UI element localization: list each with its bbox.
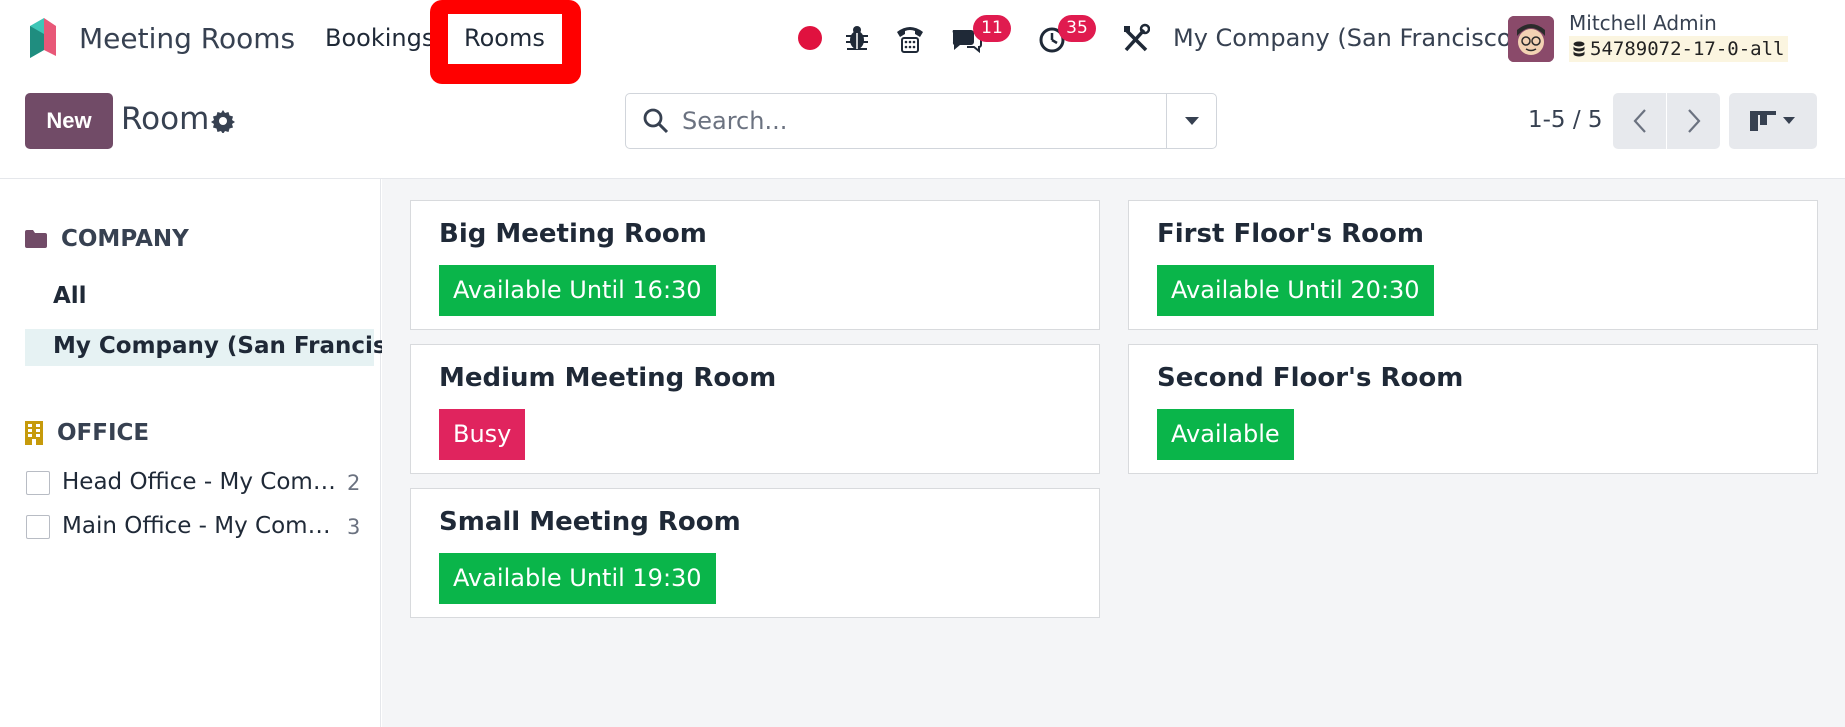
chevron-left-icon — [1633, 109, 1646, 133]
search-panel — [0, 179, 381, 727]
database-name: 54789072-17-0-all — [1569, 36, 1789, 62]
office-filter-label[interactable]: Head Office - My Company (San Francisco) — [62, 469, 337, 495]
office-checkbox[interactable] — [26, 471, 50, 495]
caret-down-icon — [1184, 117, 1199, 125]
gear-icon[interactable] — [211, 109, 235, 133]
app-title[interactable]: Meeting Rooms — [79, 22, 295, 55]
chevron-right-icon — [1687, 109, 1700, 133]
search-box — [625, 93, 1217, 149]
search-input[interactable] — [682, 104, 1152, 138]
user-name[interactable]: Mitchell Admin — [1569, 11, 1717, 35]
room-status-badge: Available — [1157, 409, 1294, 460]
pager-previous-button[interactable] — [1613, 93, 1666, 149]
room-status-badge: Available Until 20:30 — [1157, 265, 1434, 316]
room-status-badge: Busy — [439, 409, 526, 460]
room-card[interactable]: First Floor's Room Available Until 20:30 — [1128, 200, 1818, 330]
tools-icon[interactable] — [1122, 20, 1150, 56]
room-card[interactable]: Second Floor's Room Available — [1128, 344, 1818, 474]
menu-rooms[interactable]: Rooms — [464, 24, 545, 52]
phone-icon[interactable] — [894, 20, 926, 56]
record-icon[interactable] — [798, 26, 822, 50]
new-button[interactable]: New — [25, 93, 113, 149]
menu-bookings[interactable]: Bookings — [325, 24, 434, 52]
app-logo[interactable] — [26, 16, 58, 60]
office-filter-count: 3 — [347, 515, 361, 539]
office-filter-label[interactable]: Main Office - My Company (San Francisco) — [62, 513, 337, 539]
chat-badge: 11 — [973, 15, 1011, 42]
company-switcher[interactable]: My Company (San Francisco) — [1173, 24, 1521, 52]
room-name: Second Floor's Room — [1157, 363, 1464, 393]
database-label: 54789072-17-0-all — [1590, 38, 1785, 60]
company-header-label: COMPANY — [61, 226, 189, 252]
avatar[interactable] — [1508, 16, 1554, 62]
building-icon — [25, 421, 43, 445]
room-status-badge: Available Until 16:30 — [439, 265, 716, 316]
room-card[interactable]: Medium Meeting Room Busy — [410, 344, 1100, 474]
avatar-image — [1508, 16, 1554, 62]
room-card[interactable]: Big Meeting Room Available Until 16:30 — [410, 200, 1100, 330]
filter-company-all[interactable]: All — [53, 283, 87, 309]
room-card[interactable]: Small Meeting Room Available Until 19:30 — [410, 488, 1100, 618]
room-name: Big Meeting Room — [439, 219, 707, 249]
caret-down-icon — [1783, 117, 1795, 124]
room-name: Small Meeting Room — [439, 507, 741, 537]
office-section-header: OFFICE — [25, 420, 149, 446]
pager-next-button[interactable] — [1667, 93, 1720, 149]
company-section-header: COMPANY — [25, 226, 189, 252]
database-icon — [1573, 41, 1585, 57]
room-status-badge: Available Until 19:30 — [439, 553, 716, 604]
filter-company-my-company[interactable]: My Company (San Francisco) — [53, 333, 427, 359]
breadcrumb-title: Room — [121, 101, 210, 137]
office-checkbox[interactable] — [26, 515, 50, 539]
search-options-toggle[interactable] — [1166, 94, 1216, 148]
room-name: First Floor's Room — [1157, 219, 1424, 249]
top-navbar: Meeting Rooms Bookings Rooms 11 35 My Co… — [0, 0, 1845, 84]
room-name: Medium Meeting Room — [439, 363, 777, 393]
view-switcher-button[interactable] — [1729, 93, 1817, 149]
office-header-label: OFFICE — [57, 420, 150, 446]
activity-badge: 35 — [1058, 15, 1096, 42]
pager-value[interactable]: 1-5 / 5 — [1528, 107, 1603, 133]
search-icon — [643, 108, 669, 134]
kanban-view-icon — [1750, 111, 1776, 131]
folder-icon — [25, 230, 47, 248]
office-filter-count: 2 — [347, 471, 361, 495]
bug-icon[interactable] — [844, 20, 870, 56]
